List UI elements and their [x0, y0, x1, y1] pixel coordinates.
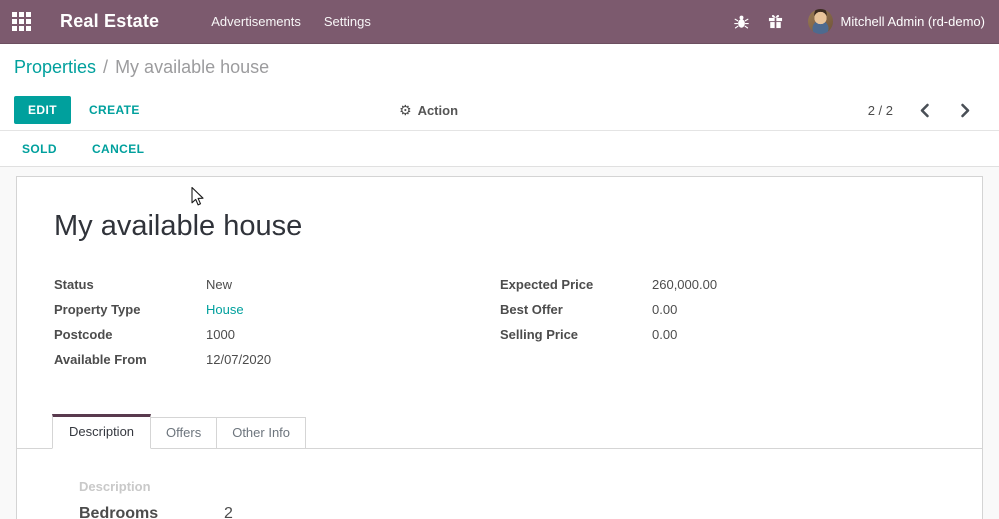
notebook-tabs: Description Offers Other Info — [17, 414, 982, 449]
group-title: Description — [79, 479, 151, 494]
tab-content-description: Description Bedrooms 2 Living Area (sqm) — [54, 449, 945, 519]
action-menu[interactable]: ⚙ Action — [399, 103, 458, 118]
tab-description[interactable]: Description — [52, 414, 152, 449]
edit-button[interactable]: EDIT — [14, 96, 71, 124]
cancel-button[interactable]: CANCEL — [92, 142, 144, 156]
field-status: Status New — [54, 277, 500, 292]
field-best-offer: Best Offer 0.00 — [500, 302, 945, 317]
pager: 2 / 2 — [868, 101, 975, 120]
chevron-left-icon — [920, 103, 929, 117]
app-name: Real Estate — [60, 11, 160, 31]
tab-other-info[interactable]: Other Info — [216, 417, 307, 449]
field-bedrooms: Bedrooms 2 — [79, 506, 920, 519]
pager-value[interactable]: 2 / 2 — [868, 103, 893, 118]
tab-offers[interactable]: Offers — [150, 417, 218, 449]
field-groups: Status New Property Type House Postcode … — [54, 277, 945, 377]
field-label: Bedrooms — [79, 505, 159, 519]
action-menu-label: Action — [417, 102, 459, 118]
field-value: 260,000.00 — [652, 277, 718, 292]
breadcrumb-properties-link[interactable]: Properties — [14, 57, 96, 78]
field-property-type: Property Type House — [54, 302, 500, 317]
statusbar: SOLD CANCEL — [0, 130, 999, 167]
field-value: 12/07/2020 — [206, 352, 272, 367]
control-panel: EDIT CREATE ⚙ Action 2 / 2 — [0, 90, 999, 130]
navbar-menus: Advertisements Settings — [211, 14, 371, 29]
sold-button[interactable]: SOLD — [22, 142, 57, 156]
gear-icon: ⚙ — [399, 102, 412, 118]
menu-advertisements[interactable]: Advertisements — [211, 14, 301, 29]
user-avatar[interactable] — [807, 9, 833, 34]
field-value: New — [206, 277, 233, 292]
field-available-from: Available From 12/07/2020 — [54, 352, 500, 367]
field-value: 2 — [224, 505, 233, 519]
field-value: 0.00 — [652, 302, 678, 317]
field-value: 1000 — [206, 327, 235, 342]
breadcrumb-current: My available house — [115, 56, 270, 77]
top-navbar: Real Estate Advertisements Settings Mitc… — [0, 0, 999, 44]
field-label: Status — [54, 277, 94, 292]
chevron-right-icon — [961, 103, 970, 117]
field-selling-price: Selling Price 0.00 — [500, 327, 945, 342]
user-menu[interactable]: Mitchell Admin (rd-demo) — [841, 14, 986, 29]
field-group-right: Expected Price 260,000.00 Best Offer 0.0… — [500, 277, 945, 377]
bug-icon[interactable] — [734, 14, 750, 30]
menu-settings[interactable]: Settings — [324, 14, 371, 29]
breadcrumb-separator: / — [103, 56, 109, 77]
content-area: My available house Status New Property T… — [0, 167, 999, 519]
field-label: Available From — [54, 352, 147, 367]
field-label: Best Offer — [500, 302, 563, 317]
property-type-link[interactable]: House — [206, 302, 244, 317]
field-value: 0.00 — [652, 327, 678, 342]
record-title: My available house — [54, 210, 303, 242]
apps-grid-icon[interactable] — [12, 12, 31, 31]
field-label: Selling Price — [500, 327, 579, 342]
field-expected-price: Expected Price 260,000.00 — [500, 277, 945, 292]
pager-next-button[interactable] — [956, 101, 975, 120]
breadcrumb: Properties / My available house — [0, 44, 999, 90]
pager-previous-button[interactable] — [915, 101, 934, 120]
field-group-left: Status New Property Type House Postcode … — [54, 277, 500, 377]
create-button[interactable]: CREATE — [89, 103, 140, 117]
field-postcode: Postcode 1000 — [54, 327, 500, 342]
field-label: Expected Price — [500, 277, 594, 292]
record-sheet: My available house Status New Property T… — [16, 176, 983, 519]
navbar-right: Mitchell Admin (rd-demo) — [734, 9, 986, 34]
field-label: Property Type — [54, 302, 141, 317]
gift-icon[interactable] — [768, 14, 784, 30]
field-label: Postcode — [54, 327, 113, 342]
